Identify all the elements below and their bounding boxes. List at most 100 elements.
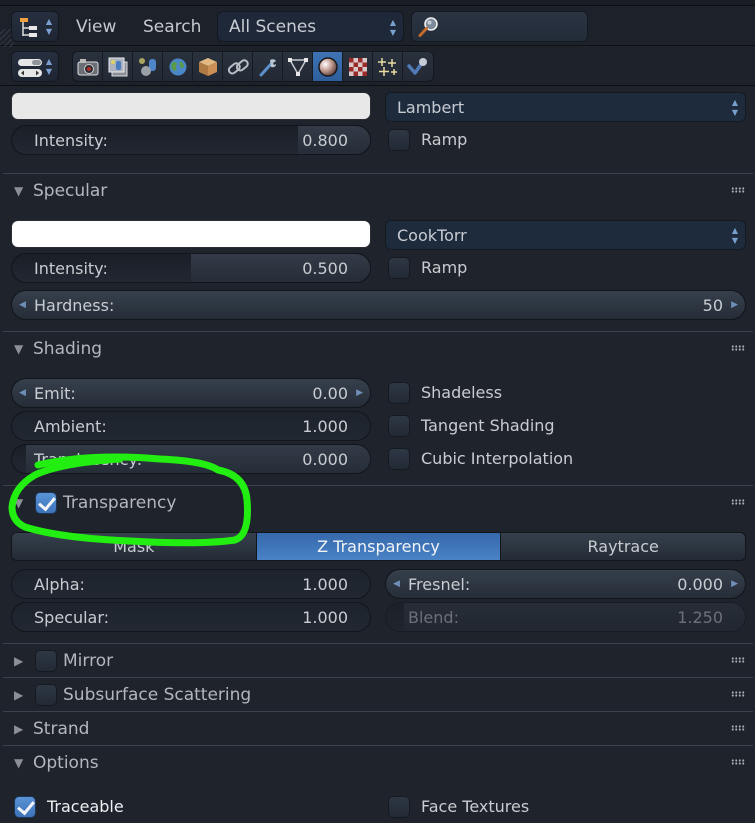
method-mask-button[interactable]: Mask [12,533,257,560]
decrement-arrow-icon[interactable]: ◀ [19,379,26,408]
outliner-icon [20,18,37,37]
display-mode-select[interactable]: All Scenes ▲ ▼ [217,11,404,42]
tab-modifiers[interactable] [253,52,283,81]
expand-triangle-right-icon: ▶ [14,722,24,736]
magnifier-icon [418,17,438,37]
updown-arrows-icon: ▲ ▼ [45,57,53,76]
updown-arrows-icon: ▲ ▼ [45,17,53,36]
scene-icon [138,57,156,76]
mirror-panel-header[interactable]: ▶ Mirror [0,644,755,678]
specular-color-field[interactable] [11,220,371,248]
sss-panel-header[interactable]: ▶ Subsurface Scattering [0,678,755,712]
diffuse-shader-select[interactable]: Lambert ▲ ▼ [385,92,746,122]
panel-title: Subsurface Scattering [63,685,252,705]
tab-particles[interactable] [373,52,403,81]
slider-value: 1.000 [302,608,348,627]
updown-arrows-icon: ▲ ▼ [389,18,397,37]
tab-data[interactable] [283,52,313,81]
expand-triangle-down-icon: ▼ [14,496,24,510]
updown-arrows-icon: ▲ ▼ [731,98,739,117]
alpha-slider[interactable]: Alpha: 1.000 [11,569,371,599]
properties-editor-icon [18,59,42,77]
diffuse-shader-value: Lambert [397,98,465,117]
specular-panel-header[interactable]: ▼ Specular [0,174,755,208]
wrench-icon [259,58,276,76]
object-cube-icon [198,57,217,76]
options-panel-header[interactable]: ▼ Options [0,746,755,780]
slider-label: Translucency: [34,450,143,469]
increment-arrow-icon[interactable]: ▶ [356,379,363,408]
drag-grip-icon[interactable] [731,725,745,731]
diffuse-color-field[interactable] [11,92,371,120]
transparency-panel-header[interactable]: ▼ Transparency [0,486,755,520]
panel-title: Options [33,753,99,773]
slider-value: 1.000 [302,575,348,594]
diffuse-ramp-label: Ramp [421,130,468,149]
translucency-slider[interactable]: Translucency: 0.000 [11,444,371,474]
sss-enable-checkbox[interactable] [35,684,57,706]
diffuse-ramp-checkbox[interactable] [388,129,410,151]
traceable-checkbox[interactable] [14,796,36,818]
face-textures-checkbox[interactable] [388,796,410,818]
tab-texture[interactable] [343,52,373,81]
decrement-arrow-icon[interactable]: ◀ [19,291,26,320]
specular-shader-select[interactable]: CookTorr ▲ ▼ [385,220,746,250]
method-z-transparency-button[interactable]: Z Transparency [256,533,502,560]
tab-world[interactable] [163,52,193,81]
drag-grip-icon[interactable] [731,499,745,505]
emit-field[interactable]: ◀ Emit: 0.00 ▶ [11,378,371,408]
face-textures-label: Face Textures [421,797,530,816]
increment-arrow-icon[interactable]: ▶ [731,291,738,320]
particles-sparkle-icon [377,57,397,76]
increment-arrow-icon[interactable]: ▶ [731,570,738,599]
drag-grip-icon[interactable] [731,691,745,697]
transparency-enable-checkbox[interactable] [35,492,57,514]
decrement-arrow-icon[interactable]: ◀ [393,570,400,599]
menu-view[interactable]: View [76,17,116,37]
menu-search[interactable]: Search [143,17,201,37]
method-raytrace-button[interactable]: Raytrace [501,533,745,560]
hardness-field[interactable]: ◀ Hardness: 50 ▶ [11,290,746,320]
specular-intensity-slider[interactable]: Intensity: 0.500 [11,253,371,283]
field-value: 0.000 [677,575,723,594]
fresnel-field[interactable]: ◀ Fresnel: 0.000 ▶ [385,569,746,599]
specular-ramp-checkbox[interactable] [388,257,410,279]
specular-alpha-slider[interactable]: Specular: 1.000 [11,602,371,632]
editor-type-selector[interactable]: ▲ ▼ [11,51,59,82]
outliner-header: ▲ ▼ View Search All Scenes ▲ ▼ [0,7,755,51]
shadeless-checkbox[interactable] [388,382,410,404]
checker-texture-icon [348,57,367,76]
shading-panel-header[interactable]: ▼ Shading [0,332,755,366]
slider-value: 0.500 [302,259,348,278]
drag-grip-icon[interactable] [731,759,745,765]
tab-render[interactable] [73,52,103,81]
search-input[interactable] [442,12,582,41]
tab-render-layers[interactable] [103,52,133,81]
traceable-label: Traceable [47,797,124,816]
tab-scene[interactable] [133,52,163,81]
tab-constraints[interactable] [223,52,253,81]
material-sphere-icon [317,56,338,77]
tangent-shading-checkbox[interactable] [388,415,410,437]
tab-material[interactable] [313,52,343,81]
camera-icon [77,58,98,75]
drag-grip-icon[interactable] [731,187,745,193]
tab-object[interactable] [193,52,223,81]
ambient-slider[interactable]: Ambient: 1.000 [11,411,371,441]
search-field[interactable] [411,11,588,42]
slider-label: Specular: [34,608,110,627]
expand-triangle-down-icon: ▼ [14,342,24,356]
tangent-shading-label: Tangent Shading [421,416,555,435]
mirror-enable-checkbox[interactable] [35,650,57,672]
cubic-interpolation-checkbox[interactable] [388,448,410,470]
editor-type-selector[interactable]: ▲ ▼ [11,11,59,42]
world-icon [169,58,186,75]
drag-grip-icon[interactable] [731,345,745,351]
strand-panel-header[interactable]: ▶ Strand [0,712,755,746]
specular-ramp-label: Ramp [421,258,468,277]
drag-grip-icon[interactable] [731,657,745,663]
diffuse-intensity-slider[interactable]: Intensity: 0.800 [11,125,371,155]
slider-value: 1.000 [302,417,348,436]
chain-link-icon [227,58,249,74]
tab-physics[interactable] [403,52,433,81]
